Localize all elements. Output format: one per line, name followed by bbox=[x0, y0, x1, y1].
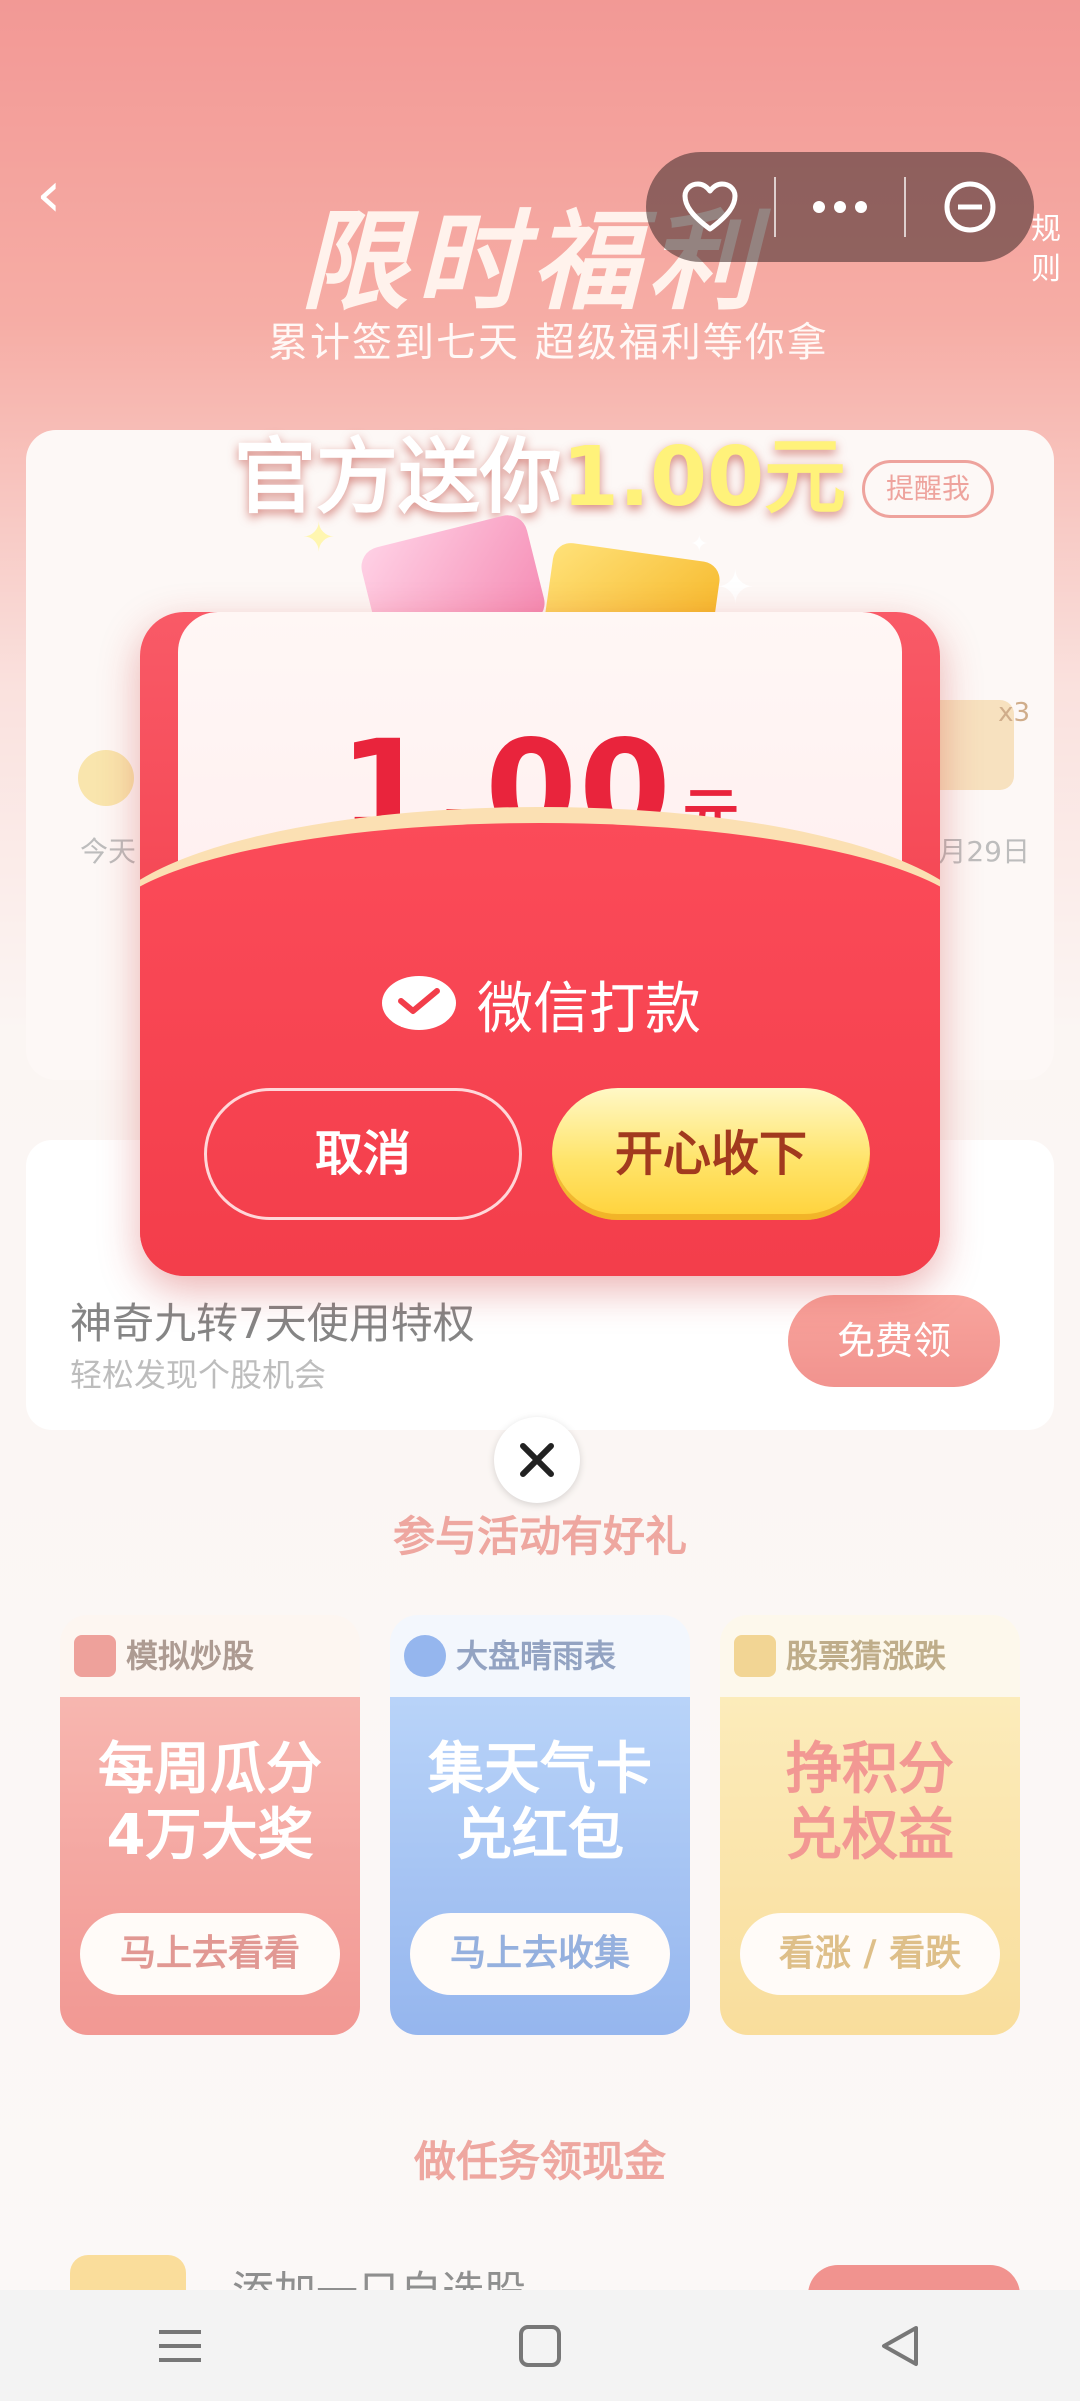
home-square-icon bbox=[519, 2324, 561, 2367]
heart-icon bbox=[682, 181, 738, 232]
close-icon bbox=[520, 1443, 554, 1477]
payment-method: 微信打款 bbox=[140, 964, 940, 1045]
mini-program-capsule bbox=[646, 152, 1034, 262]
red-packet: 1.00 元 微信打款 取消 开心收下 bbox=[140, 612, 940, 1276]
nav-home-button[interactable] bbox=[440, 2290, 640, 2401]
favorite-button[interactable] bbox=[646, 152, 774, 262]
minimize-button[interactable] bbox=[906, 152, 1034, 262]
back-triangle-icon bbox=[882, 2325, 918, 2366]
more-icon bbox=[813, 201, 867, 213]
cancel-button[interactable]: 取消 bbox=[204, 1088, 522, 1220]
wechat-pay-icon bbox=[382, 975, 456, 1030]
popup-headline: 官方送你1.00元 bbox=[0, 410, 1080, 529]
accept-reward-button[interactable]: 开心收下 bbox=[552, 1088, 870, 1220]
sparkle-icon: ✦ bbox=[690, 532, 709, 557]
menu-icon bbox=[159, 2329, 201, 2362]
system-nav-bar bbox=[0, 2290, 1080, 2401]
payment-method-label: 微信打款 bbox=[477, 977, 701, 1042]
close-popup-button[interactable] bbox=[494, 1417, 580, 1503]
more-button[interactable] bbox=[776, 152, 904, 262]
nav-recents-button[interactable] bbox=[80, 2290, 280, 2401]
sparkle-icon: ✦ bbox=[716, 560, 755, 614]
popup-headline-prefix: 官方送你 bbox=[233, 430, 562, 525]
nav-back-button[interactable] bbox=[800, 2290, 1000, 2401]
popup-headline-amount: 1.00元 bbox=[561, 430, 847, 525]
minus-circle-icon bbox=[944, 181, 996, 233]
sparkle-icon: ✦ bbox=[302, 515, 336, 561]
